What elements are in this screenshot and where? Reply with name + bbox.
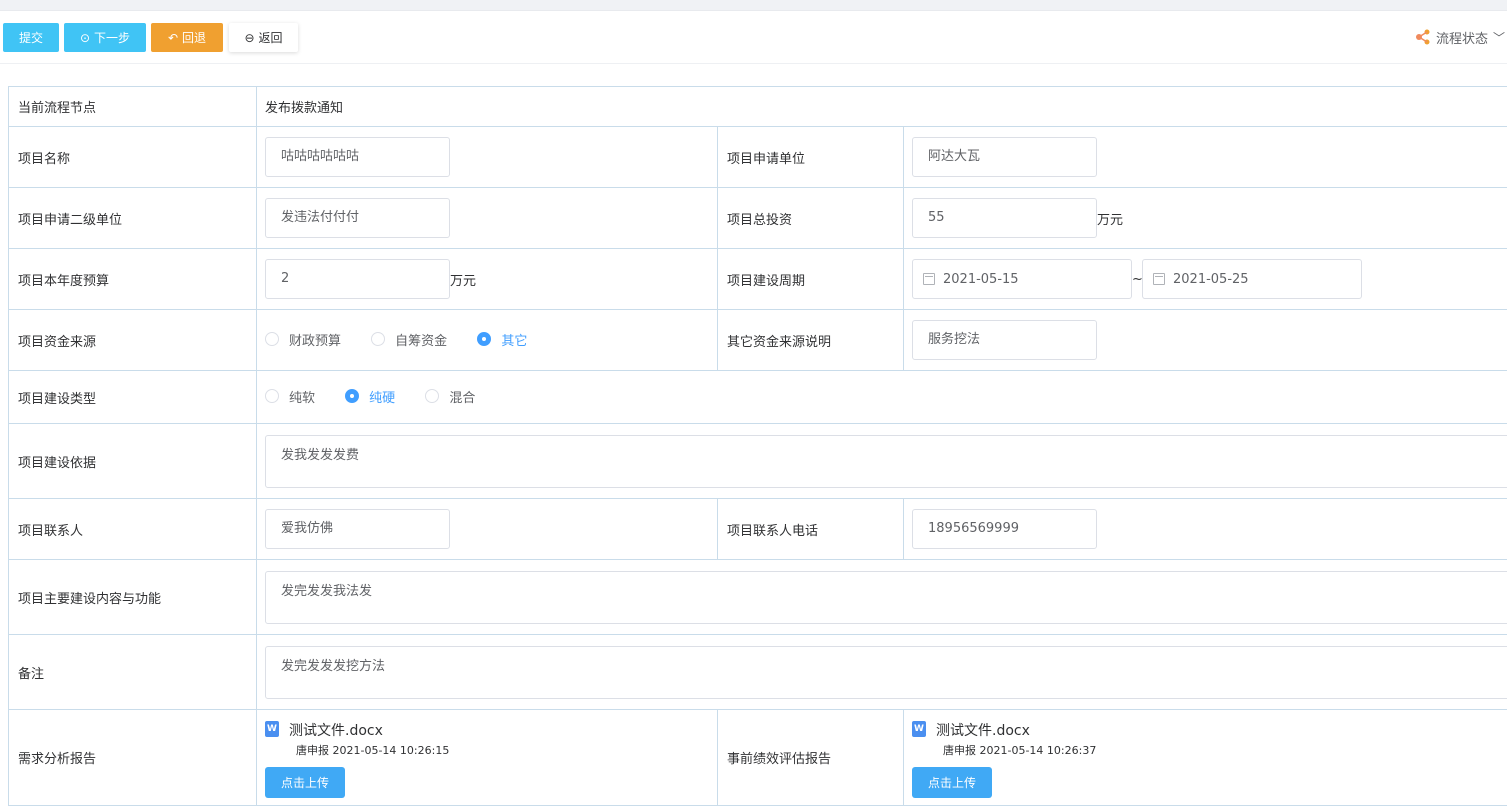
row-main-content: 项目主要建设内容与功能 发完发发我法发 — [8, 559, 1507, 635]
remark-label: 备注 — [8, 634, 257, 710]
contact-input[interactable]: 爱我仿佛 — [265, 509, 450, 549]
flow-share-icon — [1415, 29, 1430, 45]
fund-radio-finance[interactable]: 财政预算 — [265, 330, 341, 349]
row-build-type: 项目建设类型 纯软 纯硬 混合 — [8, 370, 1507, 424]
next-step-button[interactable]: ⊙ 下一步 — [64, 23, 146, 52]
chevron-down-icon: ﹀ — [1492, 30, 1505, 45]
build-basis-label: 项目建设依据 — [8, 423, 257, 499]
row-build-basis: 项目建设依据 发我发发发费 — [8, 423, 1507, 499]
period-end-value: 2021-05-25 — [1173, 271, 1249, 287]
annual-budget-input[interactable]: 2 — [265, 259, 450, 299]
perf-upload-button[interactable]: 点击上传 — [912, 766, 992, 798]
perf-file-meta: 唐申报 2021-05-14 10:26:37 — [943, 743, 1097, 757]
other-fund-input[interactable]: 服务挖法 — [912, 320, 1097, 360]
row-remark: 备注 发完发发发挖方法 — [8, 634, 1507, 710]
fund-radio-self[interactable]: 自筹资金 — [371, 330, 447, 349]
flow-status-dropdown[interactable]: 流程状态 ﹀ — [1415, 24, 1505, 50]
req-file-item[interactable]: W 测试文件.docx — [265, 720, 717, 740]
clock-icon: ⊙ — [79, 30, 91, 45]
row-current-node: 当前流程节点 发布拨款通知 — [8, 86, 1507, 127]
build-type-label: 项目建设类型 — [8, 370, 257, 424]
fund-radio-other[interactable]: 其它 — [477, 330, 527, 349]
project-name-label: 项目名称 — [8, 126, 257, 188]
annual-budget-label: 项目本年度预算 — [8, 248, 257, 310]
project-form: 当前流程节点 发布拨款通知 项目名称 咕咕咕咕咕咕 项目申请单位 阿达大瓦 项目… — [8, 86, 1507, 806]
submit-button[interactable]: 提交 — [3, 23, 59, 52]
remark-textarea[interactable]: 发完发发发挖方法 — [265, 645, 1507, 699]
submit-label: 提交 — [18, 31, 43, 45]
period-start-date-picker[interactable]: 2021-05-15 — [912, 259, 1132, 299]
fund-source-label: 项目资金来源 — [8, 309, 257, 371]
other-fund-label: 其它资金来源说明 — [717, 309, 904, 371]
row-project-name: 项目名称 咕咕咕咕咕咕 项目申请单位 阿达大瓦 — [8, 126, 1507, 188]
build-basis-textarea[interactable]: 发我发发发费 — [265, 434, 1507, 488]
row-subunit: 项目申请二级单位 发违法付付付 项目总投资 55 万元 — [8, 187, 1507, 249]
contact-phone-input[interactable]: 18956569999 — [912, 509, 1097, 549]
toolbar: 提交 ⊙ 下一步 ↶ 回退 ⊖ 返回 流程状态 ﹀ — [0, 11, 1507, 64]
req-report-label: 需求分析报告 — [8, 709, 257, 806]
build-period-label: 项目建设周期 — [717, 248, 904, 310]
sub-unit-input[interactable]: 发违法付付付 — [265, 198, 450, 238]
perf-file-item[interactable]: W 测试文件.docx — [912, 720, 1507, 740]
apply-unit-input[interactable]: 阿达大瓦 — [912, 137, 1097, 177]
apply-unit-label: 项目申请单位 — [717, 126, 904, 188]
return-button[interactable]: ⊖ 返回 — [229, 23, 298, 52]
period-end-date-picker[interactable]: 2021-05-25 — [1142, 259, 1362, 299]
main-content-label: 项目主要建设内容与功能 — [8, 559, 257, 635]
type-radio-software[interactable]: 纯软 — [265, 387, 315, 406]
next-step-label: 下一步 — [94, 31, 131, 45]
period-separator: ~ — [1132, 271, 1143, 287]
current-node-value: 发布拨款通知 — [255, 86, 1507, 127]
annual-budget-unit: 万元 — [450, 273, 477, 289]
return-label: 返回 — [258, 31, 283, 45]
row-reports: 需求分析报告 W 测试文件.docx 唐申报 2021-05-14 10:26:… — [8, 709, 1507, 806]
sub-unit-label: 项目申请二级单位 — [8, 187, 257, 249]
row-budget: 项目本年度预算 2 万元 项目建设周期 2021-05-15 ~ 2021-05-… — [8, 248, 1507, 310]
undo-arrow-icon: ↶ — [167, 30, 179, 45]
type-radio-mixed[interactable]: 混合 — [425, 387, 475, 406]
perf-file-name[interactable]: 测试文件.docx — [936, 720, 1030, 740]
top-strip — [0, 0, 1507, 11]
total-investment-input[interactable]: 55 — [912, 198, 1097, 238]
total-investment-label: 项目总投资 — [717, 187, 904, 249]
row-fund-source: 项目资金来源 财政预算 自筹资金 其它 其它资金来源说明 服务挖法 — [8, 309, 1507, 371]
rollback-button[interactable]: ↶ 回退 — [151, 23, 223, 52]
req-file-name[interactable]: 测试文件.docx — [289, 720, 383, 740]
total-investment-unit: 万元 — [1097, 212, 1124, 228]
contact-phone-label: 项目联系人电话 — [717, 498, 904, 560]
main-content-textarea[interactable]: 发完发发我法发 — [265, 570, 1507, 624]
contact-label: 项目联系人 — [8, 498, 257, 560]
return-circle-icon: ⊖ — [244, 30, 255, 45]
calendar-icon — [923, 273, 935, 285]
word-file-icon: W — [265, 720, 279, 737]
rollback-label: 回退 — [182, 31, 207, 45]
word-file-icon: W — [912, 720, 926, 737]
project-name-input[interactable]: 咕咕咕咕咕咕 — [265, 137, 450, 177]
flow-status-label: 流程状态 — [1435, 31, 1488, 47]
current-node-label: 当前流程节点 — [8, 86, 257, 127]
calendar-icon — [1153, 273, 1165, 285]
req-upload-button[interactable]: 点击上传 — [265, 766, 345, 798]
type-radio-hardware[interactable]: 纯硬 — [345, 387, 395, 406]
perf-report-label: 事前绩效评估报告 — [717, 709, 904, 806]
period-start-value: 2021-05-15 — [943, 271, 1019, 287]
row-contact: 项目联系人 爱我仿佛 项目联系人电话 18956569999 — [8, 498, 1507, 560]
req-file-meta: 唐申报 2021-05-14 10:26:15 — [296, 743, 450, 757]
